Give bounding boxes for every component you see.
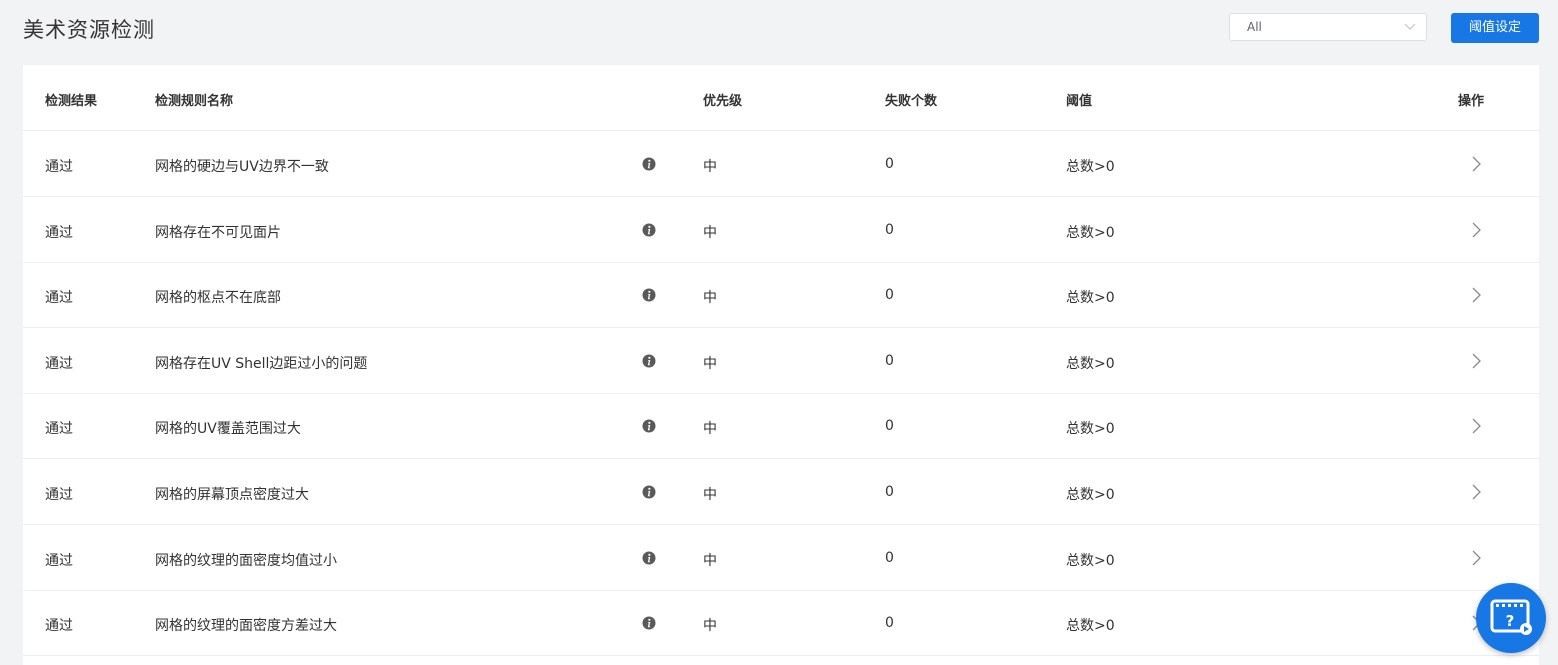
table-row[interactable]: 通过 网格的硬边与UV边界不一致 中 0 总数>0	[23, 131, 1539, 197]
info-icon[interactable]	[642, 157, 656, 171]
info-icon[interactable]	[642, 354, 656, 368]
table-row[interactable]: 通过 网格的UV覆盖范围过大 中 0 总数>0	[23, 393, 1539, 460]
row-rule-name: 网格存在不可见面片	[155, 224, 281, 241]
row-rule-name: 网格的UV覆盖范围过大	[155, 421, 301, 438]
row-result: 通过	[45, 290, 73, 307]
row-rule-name: 网格的枢点不在底部	[155, 290, 281, 307]
filter-select-value: All	[1247, 20, 1262, 34]
header-action: 操作	[1458, 94, 1485, 109]
filter-select[interactable]: All	[1229, 13, 1427, 41]
row-result: 通过	[45, 355, 73, 372]
table-header: 检测结果 检测规则名称 优先级 失败个数 阈值 操作	[23, 65, 1539, 131]
row-priority: 中	[703, 159, 717, 175]
row-fail-count: 0	[885, 549, 894, 566]
row-result: 通过	[45, 487, 73, 503]
table-row[interactable]: 通过 网格存在UV Shell边距过小的问题 中 0 总数>0	[23, 328, 1539, 394]
threshold-settings-button[interactable]: 阈值设定	[1451, 13, 1539, 43]
header-fail-count: 失败个数	[885, 94, 938, 109]
row-threshold: 总数>0	[1066, 224, 1115, 241]
info-icon[interactable]	[642, 419, 656, 433]
row-fail-count: 0	[885, 484, 894, 500]
table-row[interactable]: 通过 网格的枢点不在底部 中 0 总数>0	[23, 262, 1539, 329]
chevron-right-icon[interactable]	[1468, 153, 1484, 175]
chevron-right-icon[interactable]	[1468, 350, 1484, 372]
header-threshold: 阈值	[1066, 94, 1093, 109]
header-name: 检测规则名称	[155, 94, 234, 109]
row-priority: 中	[703, 487, 717, 503]
header-result: 检测结果	[45, 94, 98, 109]
row-result: 通过	[45, 224, 73, 241]
chevron-right-icon[interactable]	[1468, 219, 1484, 241]
row-fail-count: 0	[885, 615, 894, 632]
row-threshold: 总数>0	[1066, 487, 1115, 503]
row-result: 通过	[45, 552, 73, 569]
table-row[interactable]: 通过 网格的纹理的面密度方差过大 中 0 总数>0	[23, 590, 1539, 657]
row-result: 通过	[45, 618, 73, 635]
page-title: 美术资源检测	[23, 18, 155, 42]
info-icon[interactable]	[642, 223, 656, 237]
row-priority: 中	[703, 355, 717, 372]
info-icon[interactable]	[642, 485, 656, 499]
info-icon[interactable]	[642, 288, 656, 302]
chevron-right-icon[interactable]	[1468, 415, 1484, 437]
row-fail-count: 0	[885, 352, 894, 369]
row-result: 通过	[45, 421, 73, 438]
svg-text:?: ?	[1506, 612, 1515, 630]
header-priority: 优先级	[703, 94, 743, 109]
row-priority: 中	[703, 618, 717, 635]
row-threshold: 总数>0	[1066, 552, 1115, 569]
chevron-right-icon[interactable]	[1468, 284, 1484, 306]
chevron-right-icon[interactable]	[1468, 547, 1484, 569]
table-row[interactable]: 通过 网格的屏幕顶点密度过大 中 0 总数>0	[23, 459, 1539, 525]
info-icon[interactable]	[642, 551, 656, 565]
row-priority: 中	[703, 290, 717, 307]
row-threshold: 总数>0	[1066, 159, 1115, 175]
row-fail-count: 0	[885, 156, 894, 172]
row-result: 通过	[45, 159, 73, 175]
row-rule-name: 网格存在UV Shell边距过小的问题	[155, 355, 368, 372]
help-video-icon: ?	[1490, 599, 1532, 635]
row-threshold: 总数>0	[1066, 290, 1115, 307]
row-fail-count: 0	[885, 221, 894, 238]
table-row[interactable]: 通过 网格存在不可见面片 中 0 总数>0	[23, 197, 1539, 263]
row-rule-name: 网格的纹理的面密度方差过大	[155, 618, 337, 635]
row-fail-count: 0	[885, 287, 894, 304]
row-fail-count: 0	[885, 418, 894, 435]
row-threshold: 总数>0	[1066, 421, 1115, 438]
table-row[interactable]: 通过 网格的纹理的面密度均值过小 中 0 总数>0	[23, 525, 1539, 591]
row-threshold: 总数>0	[1066, 618, 1115, 635]
check-results-table: 检测结果 检测规则名称 优先级 失败个数 阈值 操作 通过 网格的硬边与UV边界不…	[23, 65, 1539, 665]
row-rule-name: 网格的硬边与UV边界不一致	[155, 159, 329, 175]
row-rule-name: 网格的纹理的面密度均值过小	[155, 552, 337, 569]
row-rule-name: 网格的屏幕顶点密度过大	[155, 487, 309, 503]
row-priority: 中	[703, 421, 717, 438]
help-button[interactable]: ?	[1476, 583, 1546, 653]
chevron-right-icon[interactable]	[1468, 481, 1484, 503]
row-threshold: 总数>0	[1066, 355, 1115, 372]
row-priority: 中	[703, 224, 717, 241]
row-priority: 中	[703, 552, 717, 569]
chevron-down-icon	[1404, 23, 1416, 30]
info-icon[interactable]	[642, 616, 656, 630]
